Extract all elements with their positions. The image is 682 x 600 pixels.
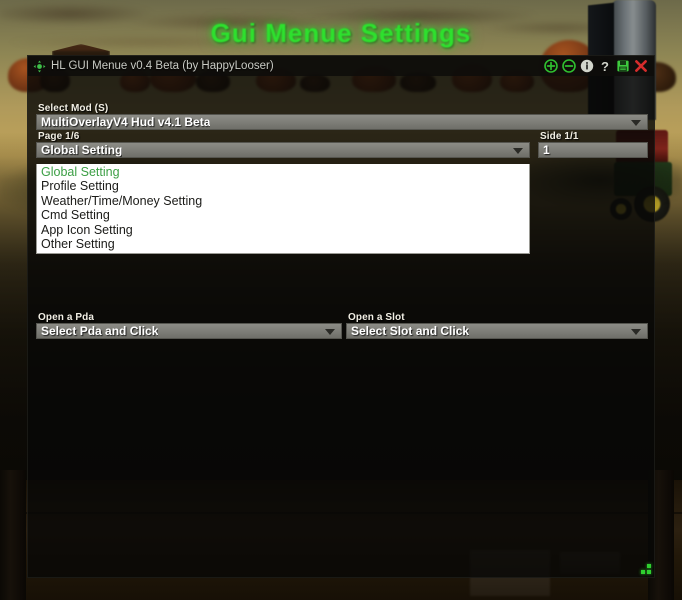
side-input[interactable]: 1 (538, 142, 648, 158)
page-dropdown-list[interactable]: Global Setting Profile Setting Weather/Tim… (36, 164, 530, 255)
page-option-3[interactable]: Cmd Setting (37, 208, 529, 222)
open-pda-value: Select Pda and Click (41, 324, 159, 338)
select-mod-label: Select Mod (S) (38, 103, 109, 114)
window-body: Select Mod (S) MultiOverlayV4 Hud v4.1 B… (28, 76, 654, 577)
chevron-down-icon (631, 120, 641, 126)
gui-menu-window: HL GUI Menue v0.4 Beta (by HappyLooser) (27, 55, 655, 578)
info-circle-icon[interactable] (580, 59, 594, 73)
page-option-2[interactable]: Weather/Time/Money Setting (37, 194, 529, 208)
chevron-down-icon (631, 329, 641, 335)
question-mark-icon[interactable]: ? (598, 59, 612, 73)
chevron-down-icon (325, 329, 335, 335)
select-mod-value: MultiOverlayV4 Hud v4.1 Beta (41, 115, 211, 129)
side-input-value: 1 (543, 143, 550, 157)
open-slot-dropdown[interactable]: Select Slot and Click (346, 323, 648, 339)
field-page: Page 1/6 Global Setting (36, 131, 530, 158)
page-option-0[interactable]: Global Setting (37, 165, 529, 179)
floppy-disk-icon[interactable] (616, 59, 630, 73)
page-option-5[interactable]: Other Setting (37, 237, 529, 251)
move-crosshair-icon[interactable] (33, 60, 46, 73)
close-x-icon[interactable] (634, 59, 648, 73)
field-side: Side 1/1 1 (538, 131, 648, 158)
select-mod-dropdown[interactable]: MultiOverlayV4 Hud v4.1 Beta (36, 114, 648, 130)
page-option-4[interactable]: App Icon Setting (37, 223, 529, 237)
field-select-mod: Select Mod (S) MultiOverlayV4 Hud v4.1 B… (36, 103, 648, 130)
resize-grip[interactable] (639, 562, 651, 574)
open-pda-label: Open a Pda (38, 312, 95, 323)
side-label: Side 1/1 (540, 131, 579, 142)
page-value: Global Setting (41, 143, 123, 157)
open-slot-value: Select Slot and Click (351, 324, 470, 338)
chevron-down-icon (513, 148, 523, 154)
titlebar-buttons: ? (544, 59, 650, 73)
field-open-pda: Open a Pda Select Pda and Click (36, 312, 342, 339)
screen: Gui Menue Settings HL GUI Menue v0.4 Bet… (0, 0, 682, 600)
window-title: HL GUI Menue v0.4 Beta (by HappyLooser) (51, 60, 274, 72)
page-dropdown[interactable]: Global Setting (36, 142, 530, 158)
field-open-slot: Open a Slot Select Slot and Click (346, 312, 648, 339)
minus-circle-icon[interactable] (562, 59, 576, 73)
open-slot-label: Open a Slot (348, 312, 405, 323)
plus-circle-icon[interactable] (544, 59, 558, 73)
open-pda-dropdown[interactable]: Select Pda and Click (36, 323, 342, 339)
page-option-1[interactable]: Profile Setting (37, 179, 529, 193)
page-label: Page 1/6 (38, 131, 80, 142)
window-titlebar[interactable]: HL GUI Menue v0.4 Beta (by HappyLooser) (28, 56, 654, 76)
